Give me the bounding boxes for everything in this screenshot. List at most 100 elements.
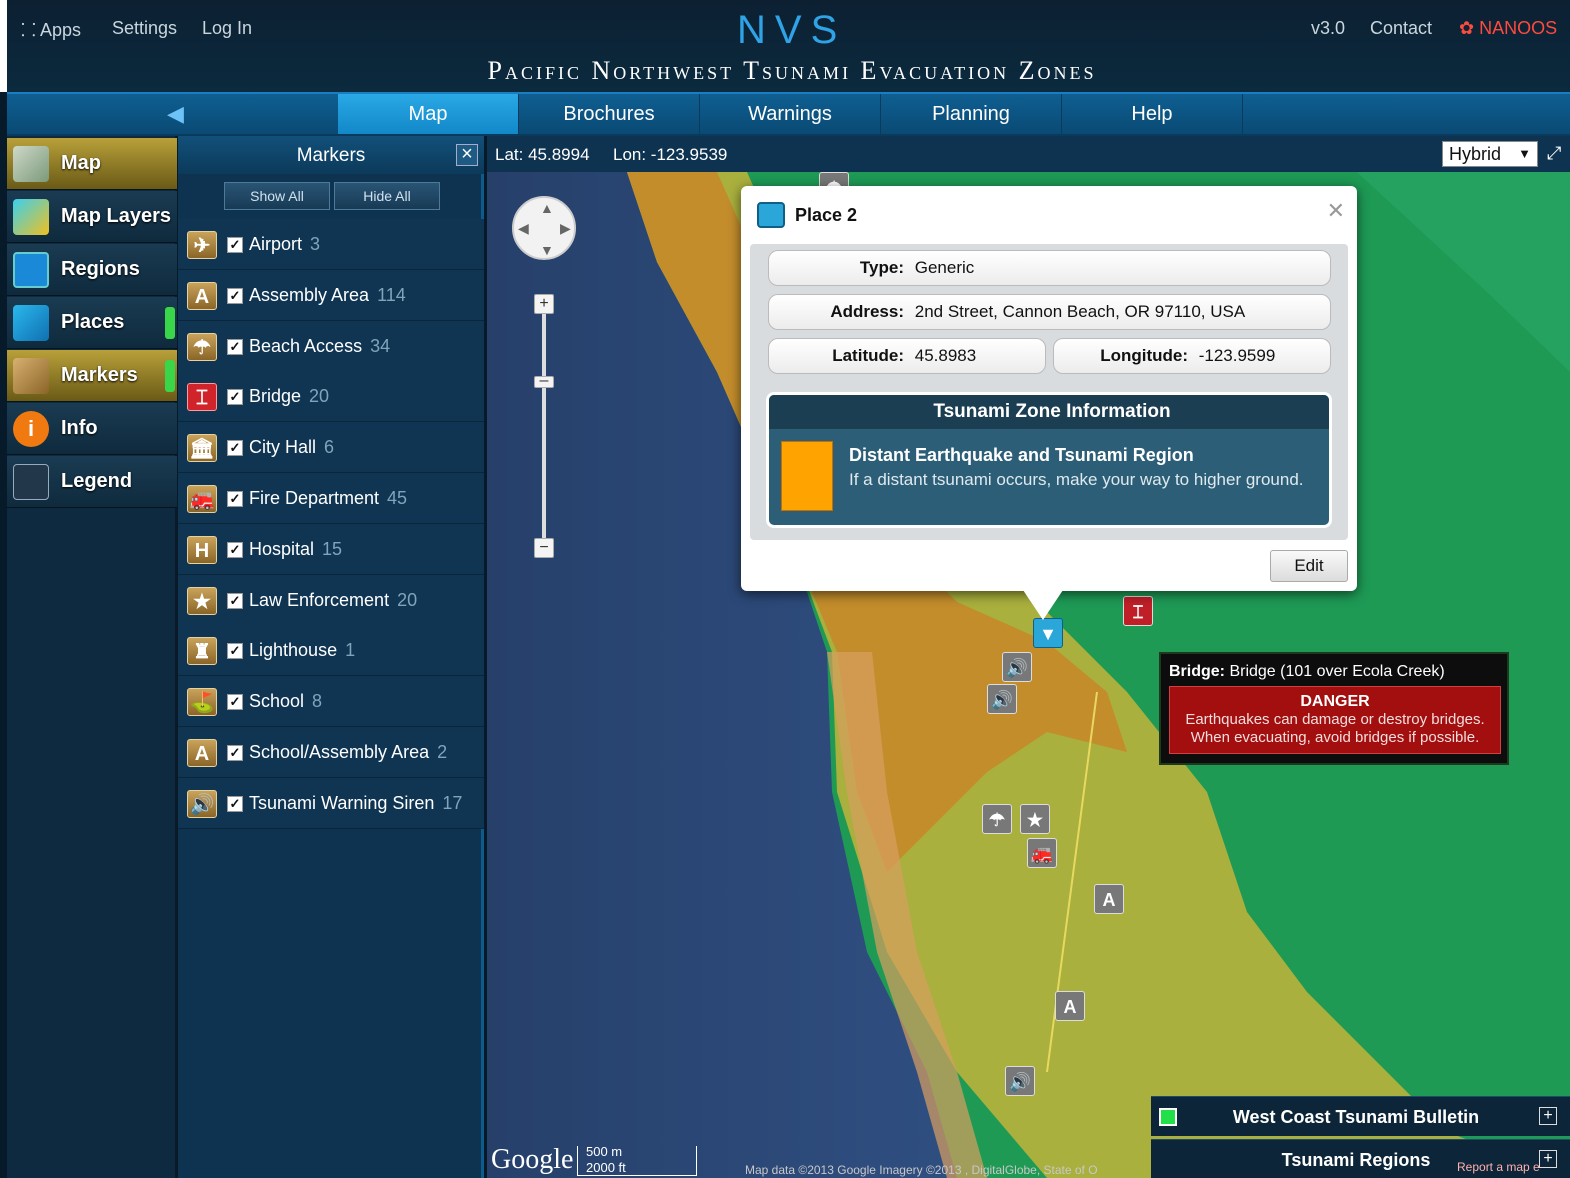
map-view[interactable]: Lat: 45.8994 Lon: -123.9539 Hybrid ▼ ⤢ ▲…	[487, 136, 1570, 1178]
law-enforcement-marker[interactable]: ★	[1020, 804, 1050, 834]
sidebar-item-markers[interactable]: Markers	[7, 350, 177, 402]
tab-warnings[interactable]: Warnings	[700, 94, 881, 134]
map-type-select[interactable]: Hybrid ▼	[1442, 141, 1538, 167]
marker-name: City Hall	[249, 437, 317, 458]
marker-checkbox[interactable]: ✓	[227, 287, 243, 304]
marker-row[interactable]: ✈ ✓ Airport 3	[178, 219, 484, 270]
tab-brochures[interactable]: Brochures	[519, 94, 700, 134]
place-marker[interactable]: ▼	[1033, 618, 1063, 648]
marker-label: Assembly Area 114	[249, 285, 406, 306]
danger-notice: DANGER Earthquakes can damage or destroy…	[1169, 686, 1501, 754]
siren-marker[interactable]: 🔊	[1002, 652, 1032, 682]
report-map-error-link[interactable]: Report a map e	[1457, 1160, 1540, 1174]
tab-map[interactable]: Map	[338, 94, 519, 134]
marker-row[interactable]: ⛳ ✓ School 8	[178, 676, 484, 728]
layers-icon	[13, 199, 49, 235]
marker-row[interactable]: H ✓ Hospital 15	[178, 523, 484, 575]
marker-checkbox[interactable]: ✓	[227, 694, 243, 711]
sidebar-item-info[interactable]: i Info	[7, 403, 177, 455]
bridge-marker[interactable]: ⌶	[1123, 596, 1153, 626]
tab-help[interactable]: Help	[1062, 94, 1243, 134]
map-scale: 500 m 2000 ft	[577, 1144, 697, 1176]
zoom-slider-track[interactable]	[542, 294, 546, 554]
assembly-area-marker[interactable]: A	[1055, 991, 1085, 1021]
zoom-out-button[interactable]: −	[534, 538, 554, 558]
marker-checkbox[interactable]: ✓	[227, 338, 243, 355]
siren-marker[interactable]: 🔊	[1005, 1066, 1035, 1096]
apps-label: Apps	[39, 20, 81, 40]
pan-control[interactable]: ▲ ▼ ◀ ▶	[512, 196, 576, 260]
sidebar-item-map[interactable]: Map	[7, 138, 177, 190]
pan-right-icon[interactable]: ▶	[560, 220, 571, 237]
marker-row[interactable]: ★ ✓ Law Enforcement 20	[178, 574, 484, 626]
marker-name: Fire Department	[249, 488, 380, 508]
pan-down-icon[interactable]: ▼	[540, 242, 554, 258]
marker-name: Tsunami Warning Siren	[249, 792, 435, 813]
nanoos-link[interactable]: ✿ NANOOS	[1459, 18, 1557, 39]
show-all-button[interactable]: Show All	[224, 182, 330, 210]
marker-label: City Hall 6	[249, 437, 334, 458]
marker-checkbox[interactable]: ✓	[227, 389, 243, 406]
nav-back-icon[interactable]: ◀	[167, 102, 184, 126]
marker-name: Bridge	[249, 386, 302, 407]
edit-button[interactable]: Edit	[1270, 550, 1348, 582]
latitude-readout: Lat: 45.8994	[495, 145, 590, 164]
sidebar-item-label: Map	[61, 152, 101, 174]
zoom-slider-handle[interactable]: –	[534, 373, 554, 389]
sidebar-item-regions[interactable]: Regions	[7, 244, 177, 296]
marker-label: Law Enforcement 20	[249, 590, 417, 611]
fullscreen-icon[interactable]: ⤢	[1547, 143, 1561, 164]
marker-checkbox[interactable]: ✓	[227, 592, 243, 609]
pan-up-icon[interactable]: ▲	[540, 200, 554, 216]
marker-checkbox[interactable]: ✓	[227, 237, 243, 253]
sidebar-item-legend[interactable]: Legend	[7, 456, 177, 508]
marker-row[interactable]: A ✓ School/Assembly Area 2	[178, 727, 484, 778]
tsunami-bulletin-panel[interactable]: West Coast Tsunami Bulletin +	[1151, 1096, 1570, 1136]
close-icon[interactable]: ✕	[1327, 198, 1345, 224]
marker-checkbox[interactable]: ✓	[227, 491, 243, 507]
marker-name: Lighthouse	[249, 640, 338, 661]
marker-checkbox[interactable]: ✓	[227, 745, 243, 761]
fire-department-icon: 🚒	[187, 485, 217, 513]
marker-checkbox[interactable]: ✓	[227, 440, 243, 457]
apps-link[interactable]: ⸬ Apps	[21, 18, 81, 42]
expand-icon[interactable]: +	[1539, 1150, 1557, 1168]
marker-row[interactable]: 🚒 ✓ Fire Department 45	[178, 473, 484, 524]
marker-row[interactable]: 🔊 ✓ Tsunami Warning Siren 17	[178, 777, 484, 829]
zone-description: If a distant tsunami occurs, make your w…	[849, 470, 1304, 489]
regions-icon	[13, 252, 49, 288]
expand-icon[interactable]: +	[1539, 1107, 1557, 1125]
tsunami-zone-header: Tsunami Zone Information	[769, 395, 1329, 429]
assembly-area-marker[interactable]: A	[1094, 884, 1124, 914]
login-link[interactable]: Log In	[202, 18, 252, 39]
marker-row[interactable]: 🏛 ✓ City Hall 6	[178, 422, 484, 474]
contact-link[interactable]: Contact	[1370, 18, 1432, 39]
marker-checkbox[interactable]: ✓	[227, 795, 243, 812]
marker-row[interactable]: ☂ ✓ Beach Access 34	[178, 320, 484, 372]
marker-row[interactable]: ⌶ ✓ Bridge 20	[178, 371, 484, 423]
zoom-in-button[interactable]: +	[534, 294, 554, 314]
marker-checkbox[interactable]: ✓	[227, 541, 243, 558]
fire-department-marker[interactable]: 🚒	[1027, 838, 1057, 868]
siren-marker[interactable]: 🔊	[987, 684, 1017, 714]
tooltip-title-label: Bridge:	[1169, 663, 1225, 680]
marker-count: 17	[442, 792, 463, 813]
marker-checkbox[interactable]: ✓	[227, 643, 243, 660]
pan-left-icon[interactable]: ◀	[518, 220, 529, 237]
latitude-field: Latitude: 45.8983	[768, 338, 1046, 374]
marker-row[interactable]: ♜ ✓ Lighthouse 1	[178, 625, 484, 677]
beach-access-marker[interactable]: ☂	[982, 804, 1012, 834]
lighthouse-icon: ♜	[187, 637, 217, 666]
sidebar-item-map-layers[interactable]: Map Layers	[7, 191, 177, 243]
marker-name: Beach Access	[249, 335, 363, 356]
sidebar-item-label: Places	[61, 311, 125, 333]
tab-planning[interactable]: Planning	[881, 94, 1062, 134]
marker-label: Airport 3	[249, 234, 320, 255]
settings-link[interactable]: Settings	[112, 18, 177, 39]
hide-all-button[interactable]: Hide All	[334, 182, 440, 210]
sidebar-item-places[interactable]: Places	[7, 297, 177, 349]
marker-count: 45	[387, 488, 408, 508]
close-icon[interactable]: ×	[456, 144, 478, 166]
marker-row[interactable]: A ✓ Assembly Area 114	[178, 269, 484, 321]
marker-count: 6	[324, 437, 335, 458]
